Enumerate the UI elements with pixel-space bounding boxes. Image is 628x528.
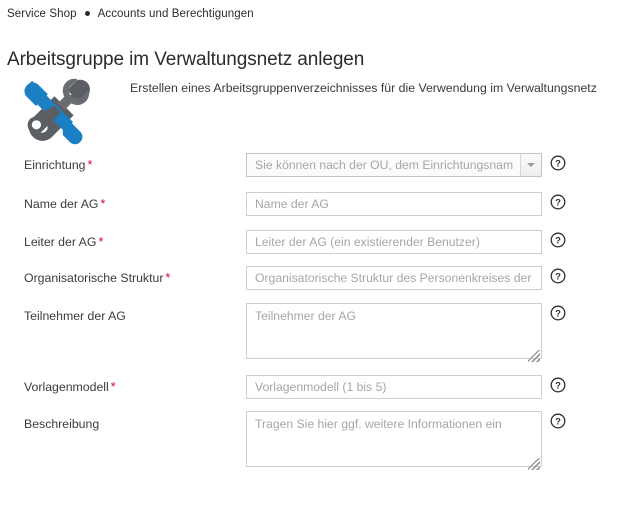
chevron-down-icon bbox=[527, 163, 535, 167]
bullet-separator-icon bbox=[84, 10, 90, 16]
field-row-vorlagenmodell: Vorlagenmodell* ? bbox=[0, 371, 628, 407]
name-der-ag-input[interactable] bbox=[246, 192, 542, 216]
required-asterisk: * bbox=[165, 271, 171, 285]
teilnehmer-der-ag-textarea[interactable] bbox=[246, 303, 542, 359]
help-icon-organisatorische-struktur[interactable]: ? bbox=[550, 268, 566, 284]
teilnehmer-der-ag-textarea-wrapper bbox=[246, 303, 542, 364]
svg-text:?: ? bbox=[555, 198, 561, 209]
svg-text:?: ? bbox=[555, 236, 561, 247]
field-control-einrichtung: Sie können nach der OU, dem Einrichtungs… bbox=[246, 153, 542, 177]
field-control-name-der-ag bbox=[246, 192, 542, 216]
einrichtung-select[interactable]: Sie können nach der OU, dem Einrichtungs… bbox=[246, 153, 542, 177]
field-label-text: Teilnehmer der AG bbox=[24, 309, 126, 323]
field-row-einrichtung: Einrichtung * Sie können nach der OU, dem… bbox=[0, 148, 628, 187]
field-control-leiter-der-ag bbox=[246, 230, 542, 254]
field-label-vorlagenmodell: Vorlagenmodell * bbox=[24, 380, 116, 394]
help-icon-name-der-ag[interactable]: ? bbox=[550, 194, 566, 210]
svg-text:?: ? bbox=[555, 381, 561, 392]
field-label-einrichtung: Einrichtung * bbox=[24, 158, 92, 172]
required-asterisk: * bbox=[110, 380, 116, 394]
leiter-der-ag-input[interactable] bbox=[246, 230, 542, 254]
field-row-name-der-ag: Name der AG* ? bbox=[0, 187, 628, 226]
svg-text:?: ? bbox=[555, 159, 561, 170]
breadcrumb-item-service-shop[interactable]: Service Shop bbox=[7, 8, 77, 20]
intro-section: Erstellen eines Arbeitsgruppenverzeichni… bbox=[0, 68, 628, 148]
field-label-teilnehmer-der-ag: Teilnehmer der AG bbox=[24, 309, 126, 323]
field-row-leiter-der-ag: Leiter der AG* ? bbox=[0, 226, 628, 262]
field-row-teilnehmer-der-ag: Teilnehmer der AG ? bbox=[0, 299, 628, 371]
help-icon-einrichtung[interactable]: ? bbox=[550, 155, 566, 171]
intro-description: Erstellen eines Arbeitsgruppenverzeichni… bbox=[130, 81, 597, 95]
beschreibung-textarea-wrapper bbox=[246, 411, 542, 472]
organisatorische-struktur-input[interactable] bbox=[246, 266, 542, 290]
help-icon-vorlagenmodell[interactable]: ? bbox=[550, 377, 566, 393]
breadcrumb: Service Shop Accounts und Berechtigungen bbox=[7, 8, 254, 20]
field-label-beschreibung: Beschreibung bbox=[24, 417, 99, 431]
field-label-text: Leiter der AG bbox=[24, 235, 97, 249]
field-control-organisatorische-struktur bbox=[246, 266, 542, 290]
help-icon-beschreibung[interactable]: ? bbox=[550, 413, 566, 429]
field-row-organisatorische-struktur: Organisatorische Struktur* ? bbox=[0, 262, 628, 299]
required-asterisk: * bbox=[98, 235, 104, 249]
einrichtung-select-placeholder: Sie können nach der OU, dem Einrichtungs… bbox=[255, 158, 513, 172]
vorlagenmodell-input[interactable] bbox=[246, 375, 542, 399]
field-label-organisatorische-struktur: Organisatorische Struktur * bbox=[24, 271, 170, 285]
field-label-text: Organisatorische Struktur bbox=[24, 271, 164, 285]
field-control-teilnehmer-der-ag bbox=[246, 303, 542, 364]
help-icon-leiter-der-ag[interactable]: ? bbox=[550, 232, 566, 248]
field-label-name-der-ag: Name der AG * bbox=[24, 197, 105, 211]
breadcrumb-item-accounts[interactable]: Accounts und Berechtigungen bbox=[98, 8, 254, 20]
field-label-text: Einrichtung bbox=[24, 158, 86, 172]
service-request-form: Einrichtung * Sie können nach der OU, dem… bbox=[0, 148, 628, 477]
field-label-leiter-der-ag: Leiter der AG * bbox=[24, 235, 103, 249]
field-label-text: Vorlagenmodell bbox=[24, 380, 109, 394]
einrichtung-dropdown-button[interactable] bbox=[520, 154, 541, 176]
tools-screwdriver-wrench-icon bbox=[14, 72, 96, 148]
field-control-beschreibung bbox=[246, 411, 542, 472]
required-asterisk: * bbox=[87, 158, 93, 172]
beschreibung-textarea[interactable] bbox=[246, 411, 542, 467]
svg-text:?: ? bbox=[555, 417, 561, 428]
svg-text:?: ? bbox=[555, 272, 561, 283]
field-row-beschreibung: Beschreibung ? bbox=[0, 407, 628, 477]
svg-text:?: ? bbox=[555, 309, 561, 320]
help-icon-teilnehmer-der-ag[interactable]: ? bbox=[550, 305, 566, 321]
required-asterisk: * bbox=[100, 197, 106, 211]
field-label-text: Beschreibung bbox=[24, 417, 100, 431]
field-control-vorlagenmodell bbox=[246, 375, 542, 399]
field-label-text: Name der AG bbox=[24, 197, 99, 211]
